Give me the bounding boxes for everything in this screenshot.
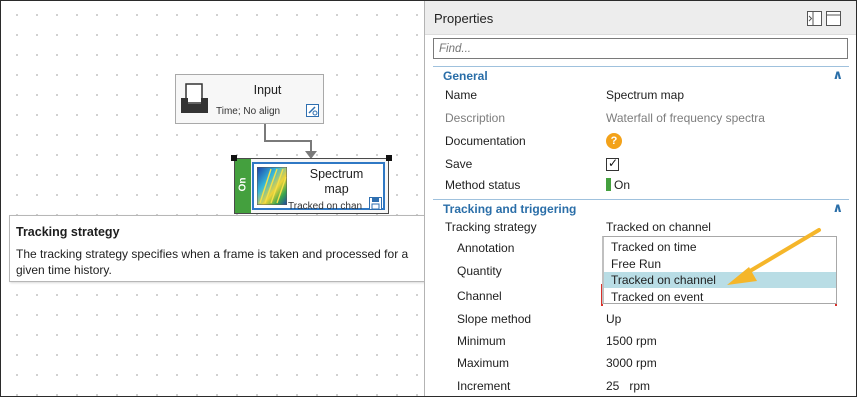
collapse-chevron-icon[interactable]: ∧ <box>832 67 843 83</box>
app-window: Input Time; No align On Spectrum map Tra… <box>0 0 857 397</box>
status-indicator <box>606 178 611 191</box>
prop-row-description[interactable]: Description Waterfall of frequency spect… <box>445 108 845 130</box>
properties-panel: Properties General ∧ Name Spectrum map D… <box>424 1 856 396</box>
tooltip-body: The tracking strategy specifies when a f… <box>16 247 409 277</box>
dropdown-option-highlighted[interactable]: Tracked on channel <box>604 272 836 288</box>
properties-title: Properties <box>434 11 494 26</box>
help-icon[interactable]: ? <box>606 133 622 149</box>
resize-handle[interactable] <box>386 155 392 161</box>
input-node[interactable]: Input Time; No align <box>175 74 324 124</box>
section-general[interactable]: General ∧ <box>433 66 849 85</box>
prop-row-minimum[interactable]: Minimum 1500 rpm <box>445 331 845 353</box>
dropdown-option[interactable]: Tracked on event <box>604 289 836 305</box>
prop-value[interactable]: 25 rpm <box>606 379 650 393</box>
section-tracking[interactable]: Tracking and triggering ∧ <box>433 199 849 218</box>
panel-dock-icon[interactable] <box>807 11 822 26</box>
prop-row-save[interactable]: Save <box>445 154 845 176</box>
prop-row-name[interactable]: Name Spectrum map <box>445 85 845 107</box>
prop-key: Documentation <box>445 134 526 148</box>
tracking-strategy-dropdown[interactable]: Tracked on time Free Run Tracked on chan… <box>602 236 837 304</box>
prop-value[interactable]: 1500 rpm <box>606 334 657 348</box>
prop-key: Increment <box>457 379 511 393</box>
prop-key: Maximum <box>457 356 510 370</box>
prop-key: Annotation <box>457 241 515 255</box>
node-status-label: On <box>237 177 249 192</box>
save-disk-icon[interactable] <box>369 197 382 213</box>
prop-row-documentation[interactable]: Documentation ? <box>445 131 845 153</box>
prop-key: Name <box>445 88 478 102</box>
prop-key: Minimum <box>457 334 506 348</box>
prop-value[interactable]: Up <box>606 312 621 326</box>
prop-value[interactable]: On <box>614 178 630 192</box>
spectrum-thumbnail-icon <box>256 166 288 206</box>
node-status-bar[interactable]: On <box>235 159 251 213</box>
checkbox-icon[interactable] <box>606 156 619 171</box>
prop-key: Slope method <box>457 312 532 326</box>
prop-row-increment[interactable]: Increment 25 rpm <box>445 376 845 396</box>
prop-row-method-status[interactable]: Method status On <box>445 175 845 197</box>
prop-key: Save <box>445 157 473 171</box>
prop-key: Tracking strategy <box>445 220 537 234</box>
spectrum-map-node[interactable]: On Spectrum map Tracked on chan <box>234 158 389 214</box>
resize-handle[interactable] <box>231 155 237 161</box>
section-general-label: General <box>443 69 488 83</box>
prop-value[interactable]: Waterfall of frequency spectra <box>606 111 765 125</box>
dropdown-option[interactable]: Free Run <box>604 256 836 272</box>
prop-value[interactable]: 3000 rpm <box>606 356 657 370</box>
prop-key: Quantity <box>457 264 502 278</box>
processing-canvas[interactable]: Input Time; No align On Spectrum map Tra… <box>1 1 436 396</box>
properties-header: Properties <box>425 1 856 35</box>
prop-key: Method status <box>445 178 521 192</box>
input-node-subtitle: Time; No align <box>216 106 281 117</box>
spectrum-node-title-line1: Spectrum <box>309 167 364 181</box>
spectrum-node-subtitle: Tracked on chan <box>288 201 363 212</box>
prop-value[interactable]: Spectrum map <box>606 88 684 102</box>
tooltip: Tracking strategy The tracking strategy … <box>9 215 436 282</box>
prop-row-maximum[interactable]: Maximum 3000 rpm <box>445 353 845 375</box>
dropdown-option[interactable]: Tracked on time <box>604 239 836 255</box>
input-tray-icon <box>180 83 210 118</box>
node-config-icon[interactable] <box>306 104 319 120</box>
spectrum-node-title-line2: map <box>324 182 349 196</box>
spectrum-node-body[interactable]: Spectrum map Tracked on chan <box>252 162 385 213</box>
collapse-chevron-icon[interactable]: ∧ <box>832 200 843 216</box>
prop-key: Channel <box>457 289 502 303</box>
section-tracking-label: Tracking and triggering <box>443 202 577 216</box>
panel-window-icon[interactable] <box>826 11 841 26</box>
spectrum-node-title: Spectrum map <box>290 167 383 197</box>
find-input[interactable] <box>433 38 848 59</box>
tooltip-title: Tracking strategy <box>16 225 120 239</box>
prop-value[interactable]: Tracked on channel <box>606 220 711 234</box>
prop-key: Description <box>445 111 506 125</box>
input-node-title: Input <box>253 83 282 97</box>
prop-row-slope-method[interactable]: Slope method Up <box>445 309 845 331</box>
